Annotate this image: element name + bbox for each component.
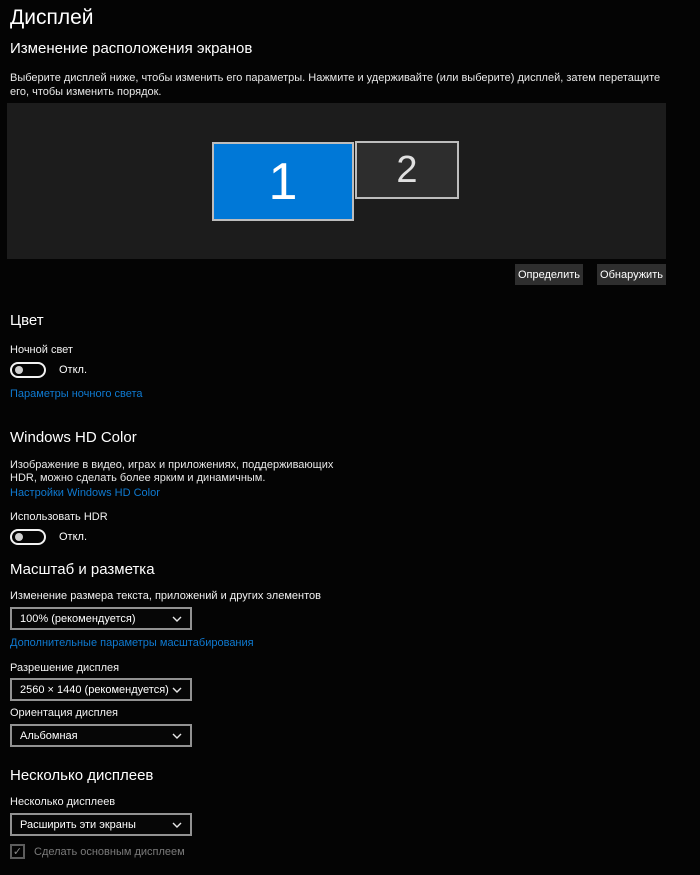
- use-hdr-toggle-row: Откл.: [10, 529, 87, 545]
- use-hdr-label: Использовать HDR: [10, 511, 108, 523]
- hd-color-description-line1: Изображение в видео, играх и приложениях…: [10, 459, 334, 471]
- hd-color-heading: Windows HD Color: [10, 429, 137, 446]
- identify-button[interactable]: Определить: [515, 264, 583, 285]
- arrange-heading: Изменение расположения экранов: [10, 40, 253, 57]
- color-heading: Цвет: [10, 312, 44, 329]
- multiple-displays-dropdown-value: Расширить эти экраны: [20, 818, 136, 831]
- checkmark-icon: ✓: [12, 846, 23, 858]
- use-hdr-state: Откл.: [59, 531, 88, 543]
- multiple-displays-dropdown[interactable]: Расширить эти экраны: [10, 813, 192, 836]
- make-primary-row: ✓ Сделать основным дисплеем: [10, 844, 185, 859]
- hd-color-settings-link[interactable]: Настройки Windows HD Color: [10, 487, 160, 499]
- night-light-settings-link[interactable]: Параметры ночного света: [10, 388, 143, 400]
- night-light-toggle[interactable]: [10, 362, 46, 378]
- display-settings-page: Дисплей Изменение расположения экранов В…: [0, 0, 700, 875]
- resolution-dropdown-value: 2560 × 1440 (рекомендуется): [20, 683, 169, 696]
- monitor-arrangement-panel: 1 2: [7, 103, 666, 259]
- night-light-state: Откл.: [59, 364, 88, 376]
- monitor-1-number: 1: [268, 152, 298, 211]
- chevron-down-icon: [172, 733, 182, 739]
- chevron-down-icon: [172, 822, 182, 828]
- chevron-down-icon: [172, 687, 182, 693]
- use-hdr-toggle[interactable]: [10, 529, 46, 545]
- multiple-displays-heading: Несколько дисплеев: [10, 767, 154, 784]
- orientation-dropdown-value: Альбомная: [20, 729, 78, 742]
- resolution-dropdown[interactable]: 2560 × 1440 (рекомендуется): [10, 678, 192, 701]
- page-title: Дисплей: [10, 6, 94, 29]
- scale-dropdown-value: 100% (рекомендуется): [20, 612, 136, 625]
- arrange-description: Выберите дисплей ниже, чтобы изменить ег…: [10, 72, 661, 98]
- orientation-label: Ориентация дисплея: [10, 707, 119, 719]
- make-primary-checkbox[interactable]: ✓: [10, 844, 25, 859]
- scale-label: Изменение размера текста, приложений и д…: [10, 590, 321, 602]
- resolution-label: Разрешение дисплея: [10, 662, 120, 674]
- hd-color-description-line2: HDR, можно сделать более ярким и динамич…: [10, 472, 266, 484]
- multiple-displays-label: Несколько дисплеев: [10, 796, 116, 808]
- make-primary-label: Сделать основным дисплеем: [34, 845, 185, 858]
- scale-layout-heading: Масштаб и разметка: [10, 561, 155, 578]
- orientation-dropdown[interactable]: Альбомная: [10, 724, 192, 747]
- scale-dropdown[interactable]: 100% (рекомендуется): [10, 607, 192, 630]
- monitor-2-number: 2: [396, 148, 418, 191]
- toggle-knob: [15, 366, 23, 374]
- detect-button[interactable]: Обнаружить: [597, 264, 666, 285]
- toggle-knob: [15, 533, 23, 541]
- chevron-down-icon: [172, 616, 182, 622]
- night-light-toggle-row: Откл.: [10, 362, 87, 378]
- advanced-scaling-link[interactable]: Дополнительные параметры масштабирования: [10, 637, 254, 649]
- night-light-label: Ночной свет: [10, 344, 73, 356]
- monitor-1[interactable]: 1: [212, 142, 354, 221]
- monitor-2[interactable]: 2: [355, 141, 459, 199]
